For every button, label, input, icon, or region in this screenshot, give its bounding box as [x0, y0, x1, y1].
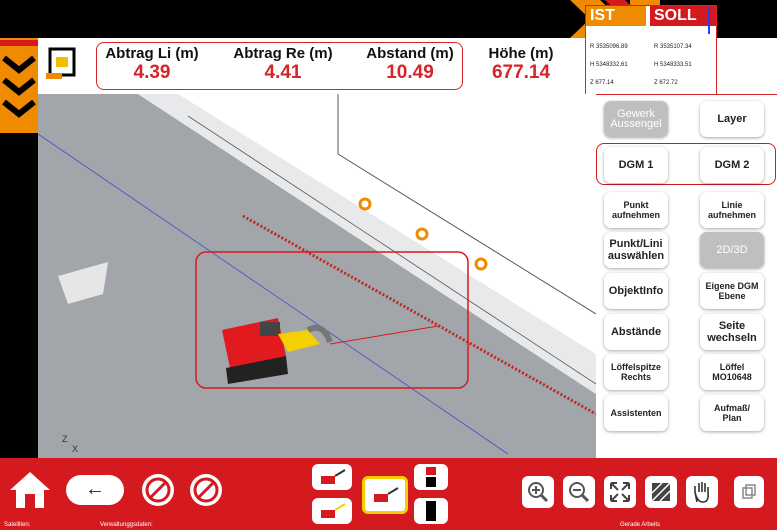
tool-button-1[interactable]: Layer: [700, 101, 764, 137]
soll-label: SOLL: [654, 7, 697, 24]
home-icon: [10, 472, 50, 508]
tool-button-15[interactable]: Aufmaß/ Plan: [700, 395, 764, 431]
metric-value: 10.49: [386, 62, 434, 83]
tool-button-4[interactable]: Punkt aufnehmen: [604, 192, 668, 228]
hatch-button[interactable]: [645, 476, 677, 508]
tool-button-7[interactable]: 2D/3D: [700, 232, 764, 268]
no-dig-right-button[interactable]: [190, 474, 222, 506]
tool-button-8[interactable]: ObjektInfo: [604, 273, 668, 309]
tool-button-6[interactable]: Punkt/Lini auswählen: [604, 232, 668, 268]
left-strip: [0, 38, 38, 458]
expand-arrows-icon: [610, 482, 630, 502]
tool-button-13[interactable]: Löffel MO10648: [700, 354, 764, 390]
block-icon: [426, 467, 436, 487]
pan-button[interactable]: [686, 476, 718, 508]
excavator-icon: [321, 469, 346, 484]
zoom-out-icon: [569, 482, 590, 503]
metric-value: 677.14: [491, 62, 551, 83]
chevron-down-icon: [0, 38, 38, 133]
cursor-marker: [708, 8, 710, 34]
3d-map-view[interactable]: Z X: [38, 94, 596, 458]
back-button[interactable]: ←: [66, 475, 124, 505]
ist-r: R 3535096.89: [590, 44, 628, 50]
abstand-metric: Abstand (m) 10.49: [360, 45, 460, 84]
metric-label: Abtrag Li (m): [105, 45, 199, 62]
status-right: Gerade Arbeits: [620, 522, 661, 528]
zoom-out-button[interactable]: [563, 476, 595, 508]
zoom-in-button[interactable]: [522, 476, 554, 508]
ist-soll-panel: IST SOLL R 3535096.89 H 5348332.61 Z 677…: [585, 5, 717, 95]
app-logo: [42, 43, 82, 83]
status-data: Verwaltunggsdaten:: [100, 522, 153, 528]
status-satellites: Satelliten:: [4, 522, 31, 528]
metric-value: 4.39: [133, 62, 171, 83]
survey-marker-icon: [358, 197, 372, 211]
view-mode-3-button[interactable]: [414, 464, 448, 490]
metric-label: Höhe (m): [488, 45, 554, 62]
metric-label: Abstand (m): [366, 45, 454, 62]
axis-z-label: Z: [62, 434, 68, 444]
tool-button-10[interactable]: Abstände: [604, 314, 668, 350]
tool-button-9[interactable]: Eigene DGM Ebene: [700, 273, 764, 309]
zoom-in-icon: [528, 482, 549, 503]
soll-z: Z 672.72: [654, 80, 678, 86]
survey-marker-icon: [415, 227, 429, 241]
tool-button-0[interactable]: Gewerk Aussengel: [604, 101, 668, 137]
metric-label: Abtrag Re (m): [233, 45, 333, 62]
abtrag-li-metric: Abtrag Li (m) 4.39: [102, 45, 202, 84]
view-mode-2-button[interactable]: [312, 498, 352, 524]
excavator-icon: [321, 503, 346, 518]
tool-panel: Gewerk Aussengel Layer DGM 1 DGM 2 Punkt auf…: [596, 94, 777, 459]
tool-button-2[interactable]: DGM 1: [604, 147, 668, 183]
excavator-icon: [374, 487, 399, 502]
metric-value: 4.41: [264, 62, 302, 83]
view-mode-4-button[interactable]: [414, 498, 448, 524]
hoehe-metric: Höhe (m) 677.14: [476, 45, 566, 84]
soll-h: H 5348333.51: [654, 62, 692, 68]
block-icon: [426, 501, 436, 521]
tool-button-14[interactable]: Assistenten: [604, 395, 668, 431]
home-button[interactable]: [8, 468, 52, 512]
tool-button-11[interactable]: Seite wechseln: [700, 314, 764, 350]
no-dig-icon: [145, 477, 171, 503]
ist-label: IST: [590, 7, 615, 24]
ist-h: H 5348332.61: [590, 62, 628, 68]
hatch-icon: [651, 482, 671, 502]
hand-icon: [694, 482, 709, 503]
view-mode-active-button[interactable]: [362, 476, 408, 514]
abtrag-re-metric: Abtrag Re (m) 4.41: [228, 45, 338, 84]
no-dig-icon: [193, 477, 219, 503]
copy-icon: [742, 484, 756, 499]
survey-marker-icon: [474, 257, 488, 271]
tool-button-12[interactable]: Löffelspitze Rechts: [604, 354, 668, 390]
ist-z: Z 677.14: [590, 80, 614, 86]
extra-tool-button[interactable]: [734, 476, 764, 508]
fit-view-button[interactable]: [604, 476, 636, 508]
axis-x-label: X: [72, 444, 79, 454]
no-dig-left-button[interactable]: [142, 474, 174, 506]
soll-r: R 3535107.34: [654, 44, 692, 50]
tool-button-5[interactable]: Linie aufnehmen: [700, 192, 764, 228]
tool-button-3[interactable]: DGM 2: [700, 147, 764, 183]
view-mode-1-button[interactable]: [312, 464, 352, 490]
bottom-toolbar: ← Satelliten: Verwaltunggsdaten: Gerade …: [0, 458, 777, 530]
terrain-canvas[interactable]: [38, 94, 596, 458]
